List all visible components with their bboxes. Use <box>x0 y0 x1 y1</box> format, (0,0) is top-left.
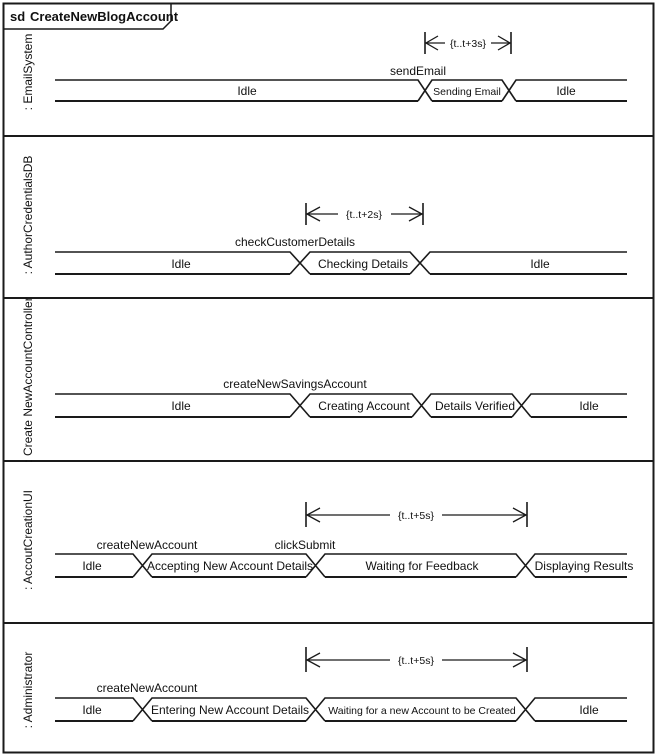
frame-keyword: sd <box>10 9 25 24</box>
state-label: Waiting for a new Account to be Created <box>328 705 516 717</box>
event-label: clickSubmit <box>275 538 336 552</box>
duration-constraint: {t..t+3s} <box>424 32 512 54</box>
constraint-label: {t..t+2s} <box>346 209 382 221</box>
duration-constraint: {t..t+2s} <box>305 203 424 225</box>
state-label: Checking Details <box>318 257 408 271</box>
lane-email-system: Idle Sending Email Idle sendEmail {t..t+… <box>55 32 627 102</box>
lane-create-new-account-controller: Idle Creating Account Details Verified I… <box>55 377 627 418</box>
state-label: Idle <box>171 257 191 271</box>
timing-diagram: sd CreateNewBlogAccount : EmailSystem : … <box>2 2 655 754</box>
state-label: Idle <box>530 257 550 271</box>
state-label: Waiting for Feedback <box>366 559 480 573</box>
event-label: checkCustomerDetails <box>235 235 355 249</box>
event-label: sendEmail <box>390 64 446 78</box>
event-label: createNewAccount <box>97 538 198 552</box>
timeline-top <box>55 79 627 102</box>
state-label: Idle <box>171 399 191 413</box>
state-label: Details Verified <box>435 399 515 413</box>
constraint-label: {t..t+3s} <box>450 38 486 50</box>
state-label: Idle <box>82 559 102 573</box>
state-label: Sending Email <box>433 86 501 98</box>
state-label: Idle <box>579 703 599 717</box>
state-label: Idle <box>237 84 257 98</box>
lane-author-credentials-db: Idle Checking Details Idle checkCustomer… <box>55 203 627 275</box>
state-label: Displaying Results <box>535 559 634 573</box>
state-label: Idle <box>579 399 599 413</box>
lane-account-creation-ui: Idle Accepting New Account Details Waiti… <box>55 502 634 578</box>
constraint-label: {t..t+5s} <box>398 510 434 522</box>
duration-constraint: {t..t+5s} <box>305 502 528 527</box>
duration-constraint: {t..t+5s} <box>305 647 528 672</box>
lifeline-author-credentials-db: : AuthorCredentialsDB <box>21 156 35 275</box>
state-label: Idle <box>556 84 576 98</box>
event-label: createNewAccount <box>97 681 198 695</box>
lifeline-account-creation-ui: : AccoutCreationUI <box>21 490 35 590</box>
state-label: Idle <box>82 703 102 717</box>
lifeline-administrator: : Administrator <box>21 652 35 729</box>
lane-administrator: Idle Entering New Account Details Waitin… <box>55 647 627 722</box>
lifeline-create-new-account-controller: : Create NewAccountController <box>21 297 35 462</box>
frame-title: CreateNewBlogAccount <box>30 9 179 24</box>
event-label: createNewSavingsAccount <box>223 377 367 391</box>
state-label: Entering New Account Details <box>151 703 309 717</box>
state-label: Creating Account <box>318 399 410 413</box>
lifeline-email-system: : EmailSystem <box>21 34 35 111</box>
state-label: Accepting New Account Details <box>147 559 313 573</box>
constraint-label: {t..t+5s} <box>398 655 434 667</box>
